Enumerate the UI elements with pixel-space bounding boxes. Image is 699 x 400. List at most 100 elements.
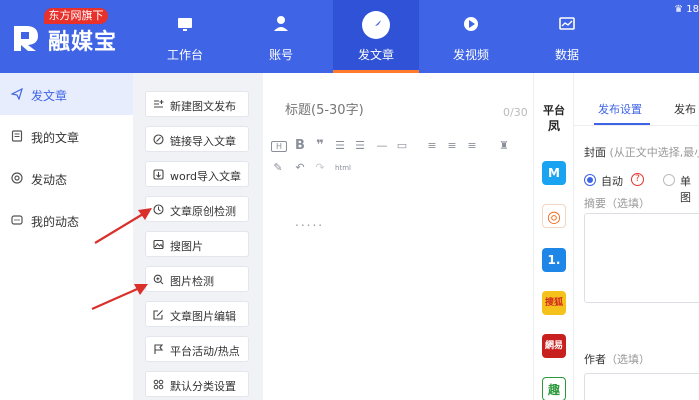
nav-account[interactable]: 账号 bbox=[238, 0, 324, 73]
platform-list: 平台 凤 M ◎ 1. 搜狐 網易 趣 bbox=[533, 73, 573, 400]
tab-publish-settings[interactable]: 发布设置 bbox=[598, 101, 642, 117]
dayu-icon[interactable]: M bbox=[542, 161, 566, 185]
radio-auto[interactable] bbox=[584, 174, 596, 186]
tool-label: word导入文章 bbox=[170, 170, 242, 183]
ifeng-icon[interactable]: 凤 bbox=[544, 117, 564, 135]
list-plus-icon bbox=[154, 100, 164, 108]
radio-auto-label: 自动 bbox=[601, 175, 623, 188]
netease-icon[interactable]: 網易 bbox=[542, 334, 566, 358]
logo-icon bbox=[14, 26, 38, 51]
nav-data[interactable]: 数据 bbox=[524, 0, 610, 73]
title-char-count: 0/30 bbox=[503, 106, 528, 119]
quote-icon[interactable]: ❞ bbox=[313, 139, 327, 153]
horizontal-rule-icon[interactable]: — bbox=[375, 139, 389, 153]
tool-label: 搜图片 bbox=[170, 240, 203, 253]
tool-label: 文章原创检测 bbox=[170, 205, 236, 218]
tools-column: 新建图文发布 链接导入文章 word导入文章 文章原创检测 搜图片 图片检测 文… bbox=[133, 73, 263, 400]
tool-link-import[interactable]: 链接导入文章 bbox=[145, 126, 249, 152]
cover-label: 封面 (从正文中选择,最小 bbox=[584, 144, 699, 160]
monitor-icon bbox=[178, 18, 192, 31]
tool-new-article[interactable]: 新建图文发布 bbox=[145, 91, 249, 117]
image-icon bbox=[153, 239, 164, 250]
tool-label: 图片检测 bbox=[170, 275, 214, 288]
tool-platform-hotspot[interactable]: 平台活动/热点 bbox=[145, 336, 249, 362]
tool-image-check[interactable]: 图片检测 bbox=[145, 266, 249, 292]
author-label: 作者（选填） bbox=[584, 351, 650, 367]
left-menu: 发文章 我的文章 发动态 我的动态 bbox=[0, 73, 133, 400]
radio-single-label: 单图 bbox=[680, 175, 691, 204]
clear-format-icon[interactable]: ✎ bbox=[271, 161, 285, 175]
zoom-in-icon bbox=[153, 274, 164, 285]
tab-publish-more[interactable]: 发布 bbox=[674, 101, 696, 117]
compass-icon bbox=[371, 20, 381, 30]
radio-single[interactable] bbox=[663, 174, 675, 186]
tool-label: 默认分类设置 bbox=[170, 380, 236, 393]
top-header: 东方网旗下 融媒宝 工作台 账号 发文章 发视频 数据 ♛ 18 bbox=[0, 0, 699, 73]
tool-label: 新建图文发布 bbox=[170, 100, 236, 113]
link-icon bbox=[153, 134, 164, 145]
author-input[interactable] bbox=[584, 373, 699, 400]
undo-icon[interactable]: ↶ bbox=[293, 161, 307, 175]
tool-label: 文章图片编辑 bbox=[170, 310, 236, 323]
chart-icon bbox=[559, 17, 575, 30]
sohu-icon[interactable]: 搜狐 bbox=[542, 291, 566, 315]
summary-label: 摘要（选填） bbox=[584, 197, 650, 210]
editor-toolbar: H B ❞ ☰ ☰ — ▭ ≡ ≡ ≡ ♜ ✎ ↶ ↷ html bbox=[269, 139, 529, 179]
menu-item-my-posts[interactable]: 我的动态 bbox=[0, 199, 133, 241]
tool-default-category[interactable]: 默认分类设置 bbox=[145, 371, 249, 397]
user-icon bbox=[274, 16, 288, 31]
tool-search-image[interactable]: 搜图片 bbox=[145, 231, 249, 257]
find-icon[interactable]: ♜ bbox=[497, 139, 511, 153]
chat-icon bbox=[11, 215, 23, 225]
user-text: 18 bbox=[686, 4, 699, 15]
article-editor: 0/30 H B ❞ ☰ ☰ — ▭ ≡ ≡ ≡ ♜ ✎ ↶ ↷ html ..… bbox=[263, 73, 533, 400]
edit-icon bbox=[153, 310, 163, 320]
nav-publish-article[interactable]: 发文章 bbox=[333, 0, 419, 73]
logo-text: 融媒宝 bbox=[48, 30, 118, 55]
tool-label: 链接导入文章 bbox=[170, 135, 236, 148]
insert-image-icon[interactable]: ▭ bbox=[395, 139, 409, 153]
menu-item-publish-post[interactable]: 发动态 bbox=[0, 157, 133, 199]
tool-word-import[interactable]: word导入文章 bbox=[145, 161, 249, 187]
menu-item-my-articles[interactable]: 我的文章 bbox=[0, 115, 133, 157]
nav-workbench[interactable]: 工作台 bbox=[142, 0, 228, 73]
tool-originality-check[interactable]: 文章原创检测 bbox=[145, 196, 249, 222]
menu-label: 我的动态 bbox=[31, 215, 80, 229]
cover-hint: (从正文中选择,最小 bbox=[609, 146, 699, 159]
tab-divider bbox=[574, 125, 699, 126]
weibo-icon[interactable]: ◎ bbox=[542, 204, 566, 228]
editor-body[interactable]: ..... bbox=[295, 215, 324, 229]
nav-label: 账号 bbox=[268, 48, 293, 62]
target-icon bbox=[11, 172, 23, 184]
yidian-icon[interactable]: 1. bbox=[542, 248, 566, 272]
app-root: 东方网旗下 融媒宝 工作台 账号 发文章 发视频 数据 ♛ 18 发文章 我的文… bbox=[0, 0, 699, 400]
help-icon[interactable]: ? bbox=[631, 173, 644, 186]
menu-item-publish-article[interactable]: 发文章 bbox=[0, 73, 133, 115]
tool-image-edit[interactable]: 文章图片编辑 bbox=[145, 301, 249, 327]
summary-textarea[interactable] bbox=[584, 213, 699, 303]
nav-label: 工作台 bbox=[166, 48, 203, 62]
source-code-icon[interactable]: html bbox=[331, 161, 355, 175]
publish-settings-panel: 发布设置 发布 封面 (从正文中选择,最小 自动 ? 单图 摘要（选填） 作者（… bbox=[573, 73, 699, 400]
bold-icon[interactable]: B bbox=[293, 139, 307, 153]
nav-label: 发视频 bbox=[452, 48, 489, 62]
redo-icon[interactable]: ↷ bbox=[313, 161, 327, 175]
author-hint: （选填） bbox=[606, 353, 650, 366]
nav-publish-video[interactable]: 发视频 bbox=[428, 0, 514, 73]
html-icon[interactable]: H bbox=[271, 141, 287, 152]
nav-label: 数据 bbox=[554, 48, 579, 62]
align-left-icon[interactable]: ≡ bbox=[425, 139, 439, 153]
play-icon bbox=[464, 17, 478, 31]
import-icon bbox=[153, 169, 164, 180]
title-input[interactable] bbox=[285, 103, 485, 118]
grid-icon bbox=[153, 379, 164, 390]
platform-title: 平台 bbox=[543, 104, 565, 117]
ordered-list-icon[interactable]: ☰ bbox=[333, 139, 347, 153]
unordered-list-icon[interactable]: ☰ bbox=[353, 139, 367, 153]
tab-active-underline bbox=[594, 123, 650, 125]
user-area[interactable]: ♛ 18 bbox=[674, 4, 699, 15]
menu-label: 我的文章 bbox=[31, 131, 80, 145]
align-right-icon[interactable]: ≡ bbox=[465, 139, 479, 153]
qutoutiao-icon[interactable]: 趣 bbox=[542, 377, 566, 400]
align-center-icon[interactable]: ≡ bbox=[445, 139, 459, 153]
